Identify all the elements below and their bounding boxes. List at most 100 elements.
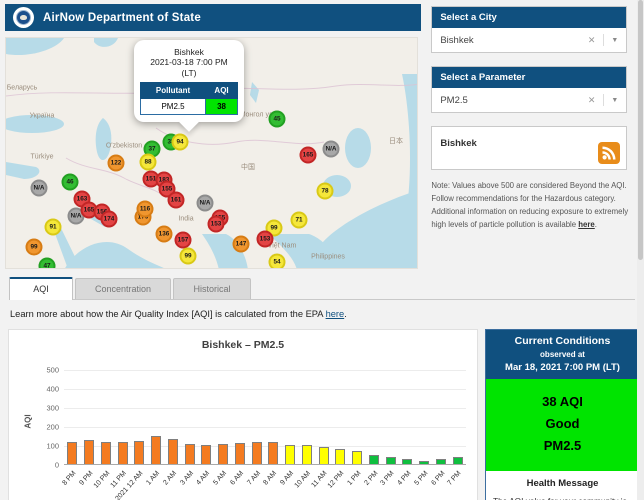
chart-bar[interactable] — [134, 441, 145, 464]
aqi-map-marker[interactable]: 94 — [171, 133, 189, 151]
map-country-label: Türkiye — [30, 153, 54, 161]
chart-bar[interactable] — [234, 443, 245, 464]
map-country-label: Україна — [29, 112, 55, 120]
scrollbar-thumb[interactable] — [638, 0, 643, 260]
chart-x-tick-label: 8 AM — [262, 470, 279, 487]
chart-bar[interactable] — [100, 441, 111, 464]
map-country-label: Philippines — [311, 253, 345, 261]
aqi-map-marker[interactable]: 46 — [61, 173, 79, 191]
tab-concentration[interactable]: Concentration — [75, 278, 171, 299]
aqi-map-marker[interactable]: 88 — [139, 153, 157, 171]
chart-bar[interactable] — [452, 456, 463, 464]
sidebar-note-here-link[interactable]: here — [578, 220, 594, 229]
aqi-map-marker[interactable]: 78 — [316, 182, 334, 200]
chart-x-tick-label: 6 PM — [429, 470, 447, 487]
chart-x-tick-label: 5 AM — [212, 470, 229, 487]
chart-x-tick-label: 8 PM — [61, 470, 78, 487]
department-of-state-seal-icon — [13, 7, 34, 28]
aqi-map-marker[interactable]: 45 — [268, 110, 286, 128]
chart-bar[interactable] — [435, 458, 446, 464]
parameter-select[interactable]: PM2.5 ✕ ▼ — [432, 88, 626, 112]
parameter-dropdown-caret-icon[interactable]: ▼ — [611, 97, 618, 104]
chart-bar[interactable] — [285, 445, 296, 464]
chart-bar[interactable] — [117, 441, 128, 464]
app-title: AirNow Department of State — [43, 11, 201, 24]
chart-bar[interactable] — [84, 440, 95, 464]
aqi-map-marker[interactable]: 147 — [232, 235, 250, 253]
aqi-map-marker[interactable]: 54 — [268, 253, 286, 268]
parameter-clear-icon[interactable]: ✕ — [588, 95, 596, 106]
popup-aqi-table: Pollutant AQI PM2.5 38 — [139, 82, 238, 116]
chart-bar[interactable] — [251, 442, 262, 464]
tab-aqi[interactable]: AQI — [9, 277, 73, 300]
epa-here-link[interactable]: here — [326, 309, 345, 319]
chart-bar[interactable] — [184, 444, 195, 464]
rss-icon[interactable] — [598, 142, 621, 164]
aqi-map-marker[interactable]: 174 — [100, 210, 118, 228]
aqi-map-marker[interactable]: 157 — [174, 231, 192, 249]
current-aqi-category: Good — [545, 416, 580, 431]
popup-pollutant-value: PM2.5 — [139, 98, 207, 116]
tab-historical[interactable]: Historical — [173, 278, 251, 299]
chart-bar[interactable] — [352, 450, 363, 464]
popup-aqi-header: AQI — [205, 82, 238, 100]
chart-bar[interactable] — [368, 454, 379, 464]
aqi-world-map[interactable]: Беларусь Україна Türkiye O'zbekiston Монгол … — [5, 37, 418, 269]
chart-bar[interactable] — [318, 447, 329, 464]
sidebar-note: Note: Values above 500 are considered Be… — [431, 181, 629, 229]
map-country-label: 中国 — [241, 164, 255, 171]
chart-bar[interactable] — [167, 439, 178, 464]
aqi-map-marker[interactable]: 165 — [299, 146, 317, 164]
city-clear-icon[interactable]: ✕ — [588, 35, 596, 46]
chart-bar[interactable] — [268, 442, 279, 464]
aqi-map-marker[interactable]: 116 — [136, 200, 154, 218]
chart-bar[interactable] — [402, 458, 413, 464]
chart-x-tick-label: 1 PM — [346, 470, 363, 487]
aqi-map-marker[interactable]: N/A — [30, 179, 48, 197]
health-message-section: Health Message The AQI value for your co… — [486, 471, 639, 500]
chart-x-tick-label: 11 AM — [310, 470, 329, 490]
chart-bar[interactable] — [218, 444, 229, 464]
aqi-map-marker[interactable]: N/A — [196, 194, 214, 212]
aqi-map-marker[interactable]: 71 — [290, 211, 308, 229]
rss-feed-box: Bishkek — [431, 126, 628, 170]
chart-bar[interactable] — [201, 444, 212, 464]
aqi-map-marker[interactable]: 47 — [38, 257, 56, 268]
aqi-map-marker[interactable]: 99 — [179, 247, 197, 265]
learn-more-text: Learn more about how the Air Quality Ind… — [10, 309, 347, 319]
chart-bar[interactable] — [151, 436, 162, 464]
aqi-map-marker[interactable]: 153 — [207, 215, 225, 233]
chart-bar[interactable] — [385, 456, 396, 464]
chart-x-tick-label: 3 AM — [178, 470, 195, 487]
aqi-map-marker[interactable]: 136 — [155, 225, 173, 243]
parameter-select-value: PM2.5 — [440, 94, 468, 106]
city-select-widget: Select a City Bishkek ✕ ▼ — [431, 6, 628, 53]
current-conditions-header: Current Conditions observed at Mar 18, 2… — [486, 330, 639, 379]
chart-bar[interactable] — [67, 442, 78, 464]
chart-x-tick-label: 6 AM — [229, 470, 246, 487]
chart-plot-area: AQI 0 100 200 300 400 500 — [24, 366, 466, 470]
aqi-map-marker[interactable]: 99 — [25, 238, 43, 256]
aqi-map-marker[interactable]: 153 — [256, 230, 274, 248]
current-conditions-wrap: Current Conditions observed at Mar 18, 2… — [485, 329, 640, 500]
chart-y-tick: 300 — [46, 403, 59, 413]
chart-x-tick-label: 2 AM — [162, 470, 179, 487]
chart-gridline — [64, 408, 466, 409]
chart-y-tick: 400 — [46, 384, 59, 394]
aqi-map-marker[interactable]: N/A — [322, 140, 340, 158]
current-conditions-panel: Current Conditions observed at Mar 18, 2… — [485, 329, 640, 500]
aqi-map-marker[interactable]: 91 — [44, 218, 62, 236]
tab-strip: AQI Concentration Historical — [9, 276, 635, 300]
aqi-map-marker[interactable]: 161 — [167, 191, 185, 209]
chart-bar[interactable] — [301, 445, 312, 464]
page-scrollbar[interactable] — [637, 0, 644, 500]
city-select[interactable]: Bishkek ✕ ▼ — [432, 28, 626, 52]
chart-x-tick-label: 7 PM — [446, 470, 463, 487]
aqi-map-marker[interactable]: 122 — [107, 154, 125, 172]
current-aqi-block: 38 AQI Good PM2.5 — [486, 379, 639, 471]
chart-x-tick-label: 12 PM — [326, 470, 346, 490]
city-dropdown-caret-icon[interactable]: ▼ — [611, 37, 618, 44]
observed-datetime: Mar 18, 2021 7:00 PM (LT) — [505, 362, 620, 373]
chart-bar[interactable] — [419, 460, 430, 464]
chart-bar[interactable] — [335, 448, 346, 464]
